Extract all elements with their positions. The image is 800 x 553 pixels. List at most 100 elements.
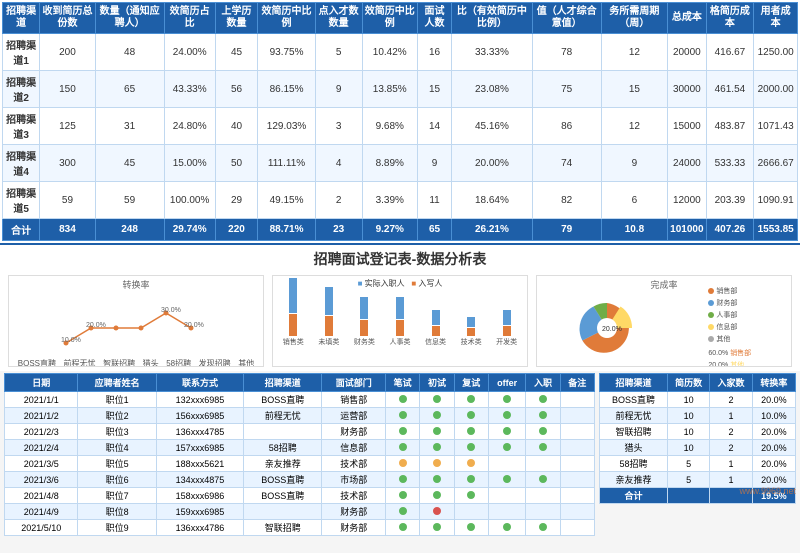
table-cell-channel: 招聘渠道3 (3, 108, 40, 145)
col-header-user-cost: 用者成本 (754, 3, 798, 34)
table-cell (488, 520, 526, 536)
side-th-rate: 转换率 (752, 374, 795, 392)
table-cell: 31 (95, 108, 164, 145)
table-header-row: 招聘渠道 收到简历总份数 数量（通知应聘人） 效简历占比 上学历数量 效简历中比… (3, 3, 798, 34)
table-cell (560, 424, 594, 440)
bar-dev-b (503, 326, 511, 336)
col-header-total: 收到简历总份数 (40, 3, 95, 34)
bar-group-hr: 人事类 (389, 297, 410, 347)
table-cell: 24000 (668, 145, 706, 182)
table-cell: 11 (417, 182, 451, 219)
col-header-talent: 点入才数数量 (315, 3, 362, 34)
table-cell (454, 440, 488, 456)
table-cell: 13.85% (362, 71, 417, 108)
table-cell: 158xxx6986 (156, 488, 243, 504)
col-header-ratio2: 效简历中比例 (258, 3, 315, 34)
table-cell: 1 (710, 408, 752, 424)
table-cell: 职位6 (78, 472, 156, 488)
table-cell: 亲友推荐 (600, 472, 668, 488)
table-cell: 75 (532, 71, 601, 108)
table-cell: 5 (667, 472, 709, 488)
svg-text:30.0%: 30.0% (161, 307, 181, 314)
table-cell: 10.42% (362, 34, 417, 71)
table-cell (420, 440, 454, 456)
line-chart-box: 转换率 10.0% 20.0% 30.0% 20.0% BOSS直聘 (8, 275, 264, 367)
table-cell: 15000 (668, 108, 706, 145)
legend-hr: 人事部 (708, 310, 751, 320)
table-cell: 10 (667, 440, 709, 456)
table-cell: 203.39 (706, 182, 754, 219)
table-cell: 10.0% (752, 408, 795, 424)
status-dot (503, 523, 511, 531)
status-dot (433, 411, 441, 419)
bar-group-finance: 财务类 (354, 297, 375, 347)
table-cell: 834 (40, 219, 95, 241)
bar-fill-b (325, 316, 333, 336)
table-cell: 1 (710, 456, 752, 472)
table-cell: 2000.00 (754, 71, 798, 108)
table-cell: 14 (417, 108, 451, 145)
table-cell: 29 (215, 182, 258, 219)
table-cell: 248 (95, 219, 164, 241)
table-cell: 30000 (668, 71, 706, 108)
table-cell: 50 (215, 145, 258, 182)
table-cell: 300 (40, 145, 95, 182)
side-th-resume: 简历数 (667, 374, 709, 392)
table-cell: 86.15% (258, 71, 315, 108)
th-written: 笔试 (386, 374, 420, 392)
status-dot (539, 475, 547, 483)
table-cell (526, 408, 560, 424)
status-dot (539, 443, 547, 451)
table-cell: 6 (601, 182, 667, 219)
table-cell (386, 456, 420, 472)
table-row: 58招聘5120.0% (600, 456, 796, 472)
bar-legend: ■ 实际入职人 ■ 入写人 (273, 276, 527, 289)
table-cell: 1553.85 (754, 219, 798, 241)
pie-legend: 销售部 财务部 人事部 信息部 (708, 286, 751, 367)
table-cell: 45.16% (452, 108, 532, 145)
bar-tech-a (467, 317, 475, 327)
table-row: 2021/4/8职位7158xxx6986BOSS直聘技术部 (5, 488, 595, 504)
table-cell (420, 520, 454, 536)
recruitment-stats-table: 招聘渠道 收到简历总份数 数量（通知应聘人） 效简历占比 上学历数量 效简历中比… (2, 2, 798, 241)
bar-hr-b (396, 320, 404, 336)
table-cell: 407.26 (706, 219, 754, 241)
status-dot (433, 491, 441, 499)
table-row: 2021/3/6职位6134xxx4875BOSS直聘市场部 (5, 472, 595, 488)
table-cell: 49.15% (258, 182, 315, 219)
table-cell (526, 488, 560, 504)
table-cell: 2021/3/6 (5, 472, 78, 488)
table-cell: 10.8 (601, 219, 667, 241)
table-cell (386, 472, 420, 488)
table-cell (526, 424, 560, 440)
status-dot (503, 411, 511, 419)
table-cell: 2021/1/2 (5, 408, 78, 424)
table-cell-channel: 招聘渠道5 (3, 182, 40, 219)
table-cell (488, 408, 526, 424)
table-cell (386, 520, 420, 536)
table-cell: 78 (532, 34, 601, 71)
bar-info-b (432, 326, 440, 336)
table-cell: 20000 (668, 34, 706, 71)
table-cell: 79 (532, 219, 601, 241)
table-cell: 45 (95, 145, 164, 182)
table-cell: 40 (215, 108, 258, 145)
table-cell (454, 456, 488, 472)
status-dot (433, 395, 441, 403)
table-cell (560, 488, 594, 504)
table-cell (560, 520, 594, 536)
table-cell: BOSS直聘 (244, 472, 322, 488)
legend-dot-sales (708, 288, 714, 294)
status-dot (467, 395, 475, 403)
table-cell: 12 (601, 34, 667, 71)
table-cell: 2 (315, 182, 362, 219)
table-cell (244, 504, 322, 520)
th-contact: 联系方式 (156, 374, 243, 392)
bar-info-a (432, 310, 440, 325)
table-row: 2021/1/2职位2156xxx6985前程无忧运营部 (5, 408, 595, 424)
table-cell (420, 424, 454, 440)
col-header-channel: 招聘渠道 (3, 3, 40, 34)
table-cell: 65 (417, 219, 451, 241)
table-cell: 3.39% (362, 182, 417, 219)
table-cell (667, 488, 709, 504)
